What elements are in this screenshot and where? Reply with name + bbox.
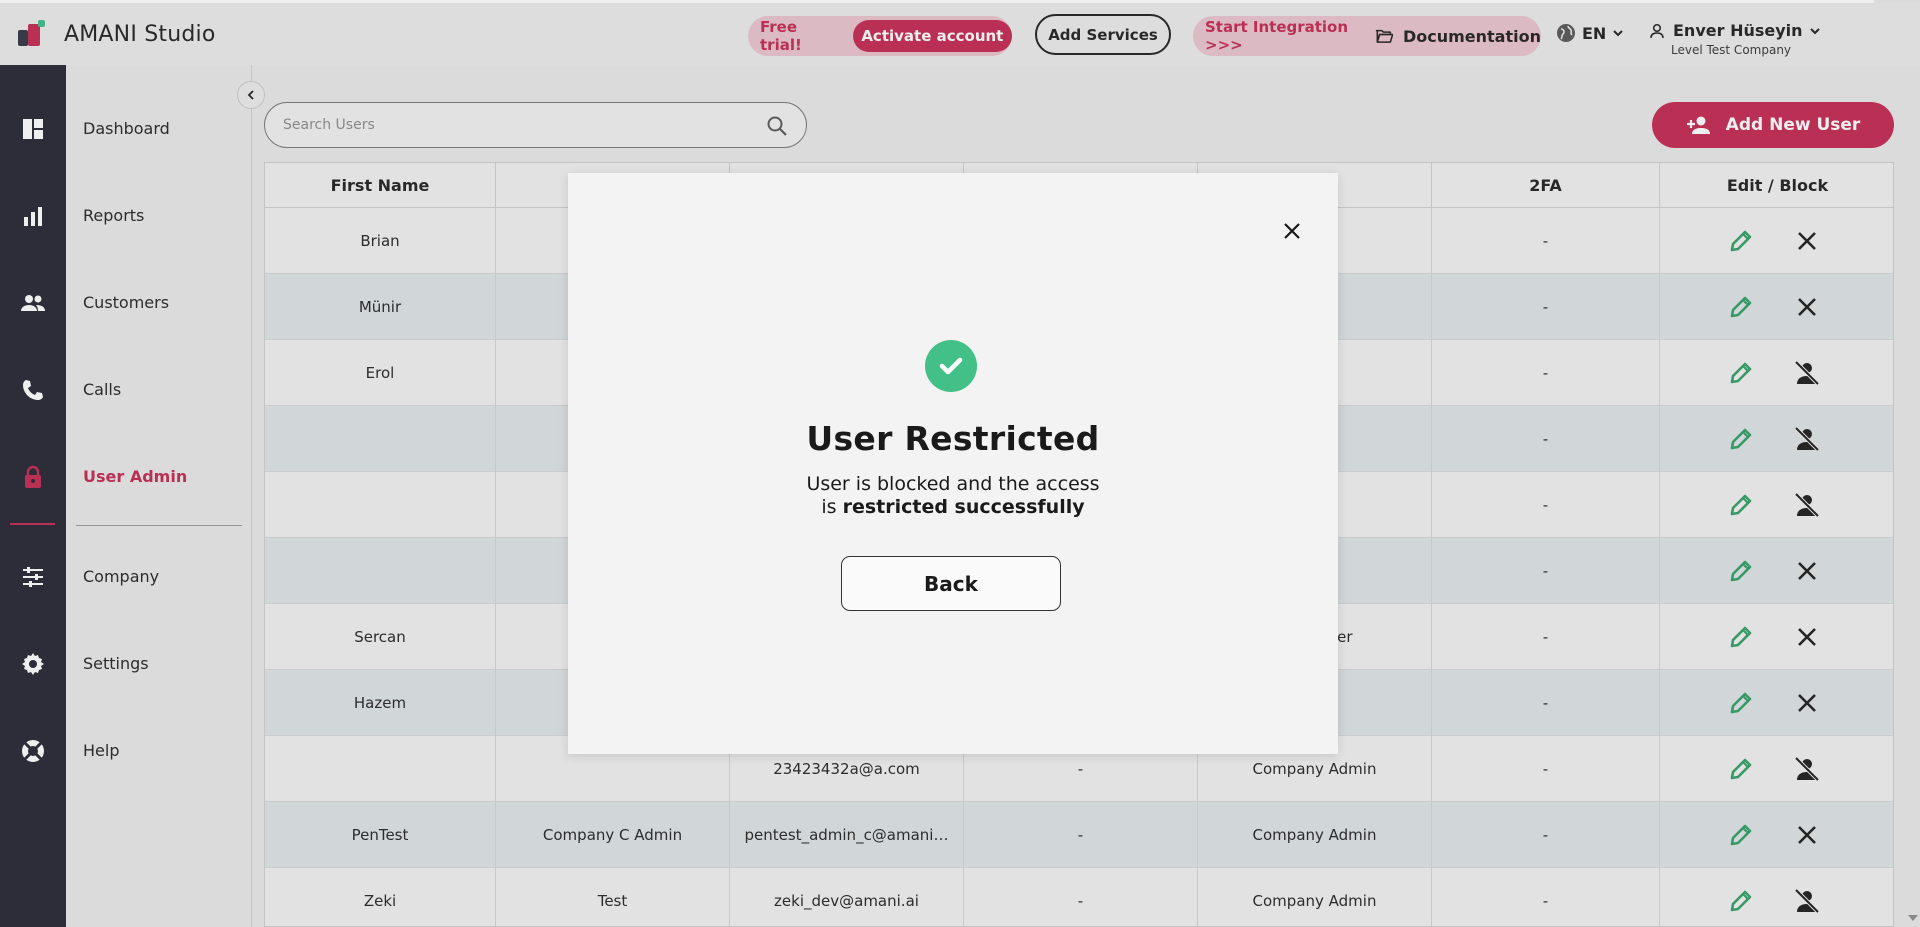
modal-message-bold: restricted successfully [842,496,1085,518]
modal-message: User is blocked and the access is restri… [568,473,1338,519]
scroll-down-arrow[interactable] [1908,915,1918,921]
back-button[interactable]: Back [841,556,1061,611]
modal-message-line1: User is blocked and the access [806,473,1100,495]
close-icon[interactable] [1280,219,1304,243]
user-restricted-dialog: User Restricted User is blocked and the … [568,173,1338,754]
success-check-icon [925,340,977,392]
modal-title: User Restricted [806,419,1100,458]
modal-message-prefix: is [821,496,843,518]
